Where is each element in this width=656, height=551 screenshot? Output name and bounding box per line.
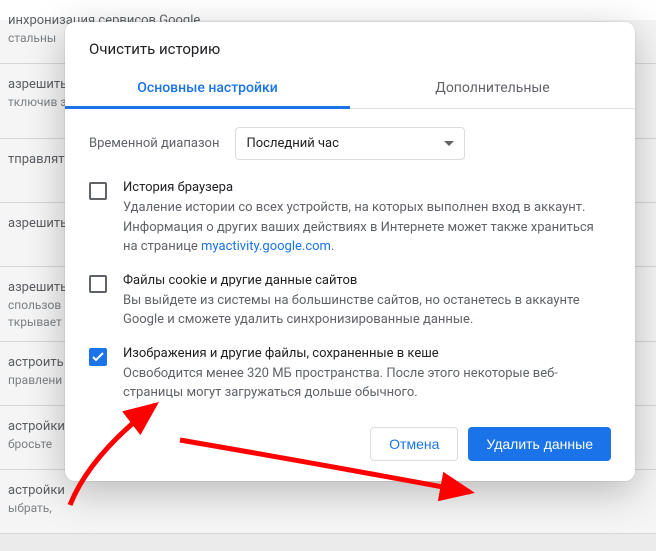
option-title: Файлы cookie и другие данные сайтов (123, 273, 611, 288)
chevron-down-icon (444, 136, 454, 151)
option-desc: Вы выйдете из системы на большинстве сай… (123, 291, 611, 330)
option-desc: Освободится менее 320 МБ пространства. П… (123, 364, 611, 403)
checkbox-cached-images[interactable] (89, 348, 107, 366)
time-range-select[interactable]: Последний час (235, 127, 465, 160)
dialog-footer: Отмена Удалить данные (65, 409, 635, 481)
clear-history-dialog: Очистить историю Основные настройки Допо… (65, 22, 635, 481)
time-range-label: Временной диапазон (89, 136, 219, 151)
option-title: История браузера (123, 180, 611, 195)
cancel-button[interactable]: Отмена (370, 427, 458, 461)
checkbox-browsing-history[interactable] (89, 182, 107, 200)
option-cookies: Файлы cookie и другие данные сайтов Вы в… (65, 263, 635, 336)
delete-data-button[interactable]: Удалить данные (468, 427, 611, 461)
tab-advanced[interactable]: Дополнительные (350, 66, 635, 108)
tab-basic[interactable]: Основные настройки (65, 66, 350, 108)
dialog-title: Очистить историю (65, 22, 635, 66)
time-range-row: Временной диапазон Последний час (65, 109, 635, 170)
option-browsing-history: История браузера Удаление истории со все… (65, 170, 635, 263)
myactivity-link[interactable]: myactivity.google.com (201, 239, 331, 254)
option-cached-images: Изображения и другие файлы, сохраненные … (65, 336, 635, 409)
checkbox-cookies[interactable] (89, 275, 107, 293)
time-range-value: Последний час (246, 136, 338, 151)
tabs: Основные настройки Дополнительные (65, 66, 635, 109)
option-title: Изображения и другие файлы, сохраненные … (123, 346, 611, 361)
option-desc: Удаление истории со всех устройств, на к… (123, 198, 611, 257)
